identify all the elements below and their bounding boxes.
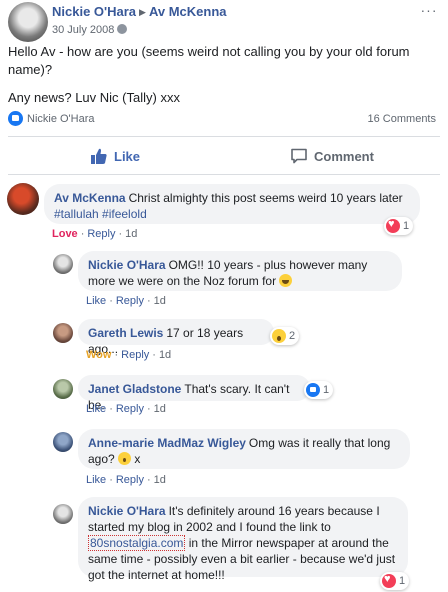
reaction-count: 1 bbox=[403, 220, 410, 232]
post-reactions-summary: Nickie O'Hara 16 Comments bbox=[8, 111, 436, 131]
love-reaction-icon bbox=[386, 218, 400, 233]
comment-author[interactable]: Anne-marie MadMaz Wigley bbox=[88, 436, 246, 450]
comment-bubble: Nickie O'Hara It's definitely around 16 y… bbox=[78, 497, 408, 582]
comment-button-label: Comment bbox=[314, 148, 374, 164]
commenter-avatar[interactable] bbox=[53, 432, 73, 452]
comment-actions: Like · Reply · 1d bbox=[86, 474, 166, 486]
like-button-label: Like bbox=[114, 148, 141, 164]
comment-text: x bbox=[134, 452, 141, 466]
wow-reaction-icon bbox=[272, 329, 286, 343]
reply-button[interactable]: Reply bbox=[87, 228, 115, 240]
commenter-avatar[interactable] bbox=[53, 254, 73, 274]
globe-icon bbox=[117, 24, 128, 34]
comment-bubble: Nickie O'Hara OMG!! 10 years - plus howev… bbox=[78, 251, 402, 291]
divider bbox=[8, 136, 440, 137]
more-options-icon[interactable]: ··· bbox=[420, 3, 438, 22]
like-button[interactable]: Like bbox=[86, 403, 106, 415]
comment-hashtags[interactable]: #tallulah #ifeelold bbox=[54, 207, 147, 221]
comment-author[interactable]: Av McKenna bbox=[54, 191, 126, 205]
love-reaction-icon bbox=[382, 573, 396, 588]
post-header: Nickie O'Hara ▶ Av McKenna 30 July 2008 ··… bbox=[8, 2, 440, 42]
post-author-avatar[interactable] bbox=[8, 2, 48, 42]
comment-actions: Wow · Reply · 1d bbox=[86, 349, 172, 361]
comment-text: Christ almighty this post seems weird 10… bbox=[128, 191, 403, 205]
love-button[interactable]: Love bbox=[52, 228, 78, 240]
commenter-avatar[interactable] bbox=[53, 504, 73, 524]
comment-author[interactable]: Nickie O'Hara bbox=[88, 258, 166, 272]
post-paragraph: Any news? Luv Nic (Tally) xxx bbox=[8, 90, 180, 105]
commenter-avatar[interactable] bbox=[53, 323, 73, 343]
comment-actions: Like · Reply · 1d bbox=[86, 295, 166, 307]
post-date: 30 July 2008 bbox=[52, 24, 128, 36]
reaction-count-pill[interactable]: 2 bbox=[270, 327, 300, 345]
post-paragraph: Hello Av - how are you (seems weird not … bbox=[8, 44, 410, 77]
laughing-emoji-icon bbox=[279, 274, 293, 287]
like-button[interactable]: Like bbox=[86, 295, 106, 307]
post-date-text[interactable]: 30 July 2008 bbox=[52, 24, 114, 36]
reply-button[interactable]: Reply bbox=[121, 349, 149, 361]
comment-time[interactable]: 1d bbox=[154, 295, 166, 307]
commenter-avatar[interactable] bbox=[53, 379, 73, 399]
comment-actions: Like · Reply · 1d bbox=[86, 403, 166, 415]
reaction-count-pill[interactable]: 1 bbox=[304, 381, 334, 399]
reactor-name[interactable]: Nickie O'Hara bbox=[27, 113, 95, 125]
reaction-count: 1 bbox=[399, 575, 406, 587]
reaction-count: 2 bbox=[289, 330, 296, 342]
comment-author[interactable]: Nickie O'Hara bbox=[88, 504, 166, 518]
like-button[interactable]: Like bbox=[90, 144, 140, 168]
post-recipient-name[interactable]: Av McKenna bbox=[149, 4, 227, 19]
reply-button[interactable]: Reply bbox=[116, 295, 144, 307]
comment-bubble: Gareth Lewis 17 or 18 years ago... bbox=[78, 319, 274, 356]
like-reaction-icon[interactable] bbox=[8, 111, 23, 126]
divider bbox=[8, 174, 440, 175]
comment-actions: Love · Reply · 1d bbox=[52, 228, 138, 240]
comment-icon bbox=[291, 148, 307, 164]
like-button[interactable]: Like bbox=[86, 474, 106, 486]
comment-time[interactable]: 1d bbox=[159, 349, 171, 361]
reply-button[interactable]: Reply bbox=[116, 474, 144, 486]
reaction-count: 1 bbox=[323, 384, 330, 396]
comment-bubble: Anne-marie MadMaz Wigley Omg was it reall… bbox=[78, 429, 410, 469]
reaction-count-pill[interactable]: 1 bbox=[384, 217, 414, 235]
comment-time[interactable]: 1d bbox=[154, 403, 166, 415]
post-body: Hello Av - how are you (seems weird not … bbox=[8, 43, 428, 117]
comment-time[interactable]: 1d bbox=[125, 228, 137, 240]
post-author-name[interactable]: Nickie O'Hara bbox=[52, 4, 136, 19]
wow-button[interactable]: Wow bbox=[86, 349, 111, 361]
reaction-count-pill[interactable]: 1 bbox=[380, 572, 410, 590]
wow-emoji-icon bbox=[118, 452, 132, 465]
like-reaction-icon bbox=[306, 383, 320, 397]
comment-bubble: Av McKenna Christ almighty this post seem… bbox=[44, 184, 420, 224]
thumbs-up-icon bbox=[91, 148, 107, 164]
comment-author[interactable]: Gareth Lewis bbox=[88, 326, 163, 340]
arrow-right-icon: ▶ bbox=[139, 7, 146, 17]
comment-link[interactable]: 80snostalgia.com bbox=[88, 535, 186, 551]
commenter-avatar[interactable] bbox=[7, 183, 39, 215]
comment-bubble: Janet Gladstone That's scary. It can't be… bbox=[78, 375, 310, 412]
comment-author[interactable]: Janet Gladstone bbox=[88, 382, 181, 396]
reply-button[interactable]: Reply bbox=[116, 403, 144, 415]
comments-count[interactable]: 16 Comments bbox=[368, 113, 436, 125]
comment-time[interactable]: 1d bbox=[154, 474, 166, 486]
comment-button[interactable]: Comment bbox=[290, 144, 374, 168]
post-names: Nickie O'Hara ▶ Av McKenna bbox=[52, 4, 227, 19]
